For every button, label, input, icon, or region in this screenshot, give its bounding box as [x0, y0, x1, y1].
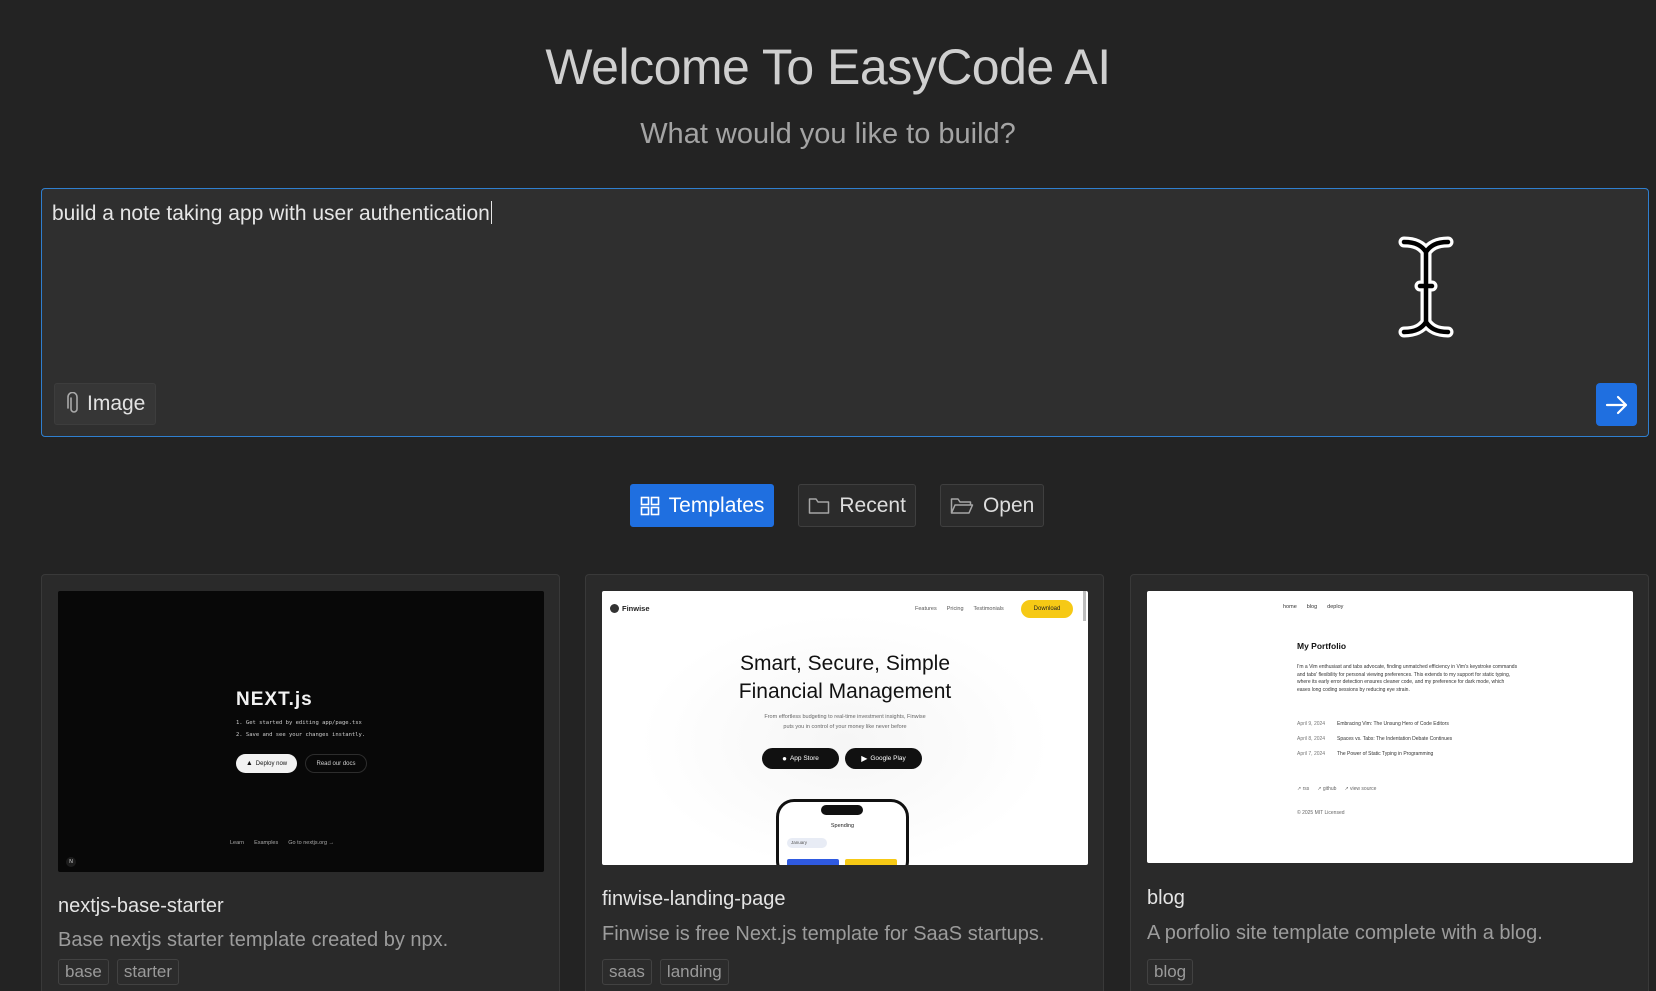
page-subtitle: What would you like to build?: [640, 118, 1016, 150]
tab-open-label: Open: [982, 493, 1035, 517]
blog-post-list: April 9, 2024 Embracing Vim: The Unsung H…: [1297, 721, 1452, 766]
nextjs-badge-icon: N: [66, 857, 76, 867]
template-card-blog[interactable]: home blog deploy My Portfolio I'm a Vim …: [1130, 574, 1649, 991]
finwise-phone-mockup: Spending January: [776, 799, 909, 865]
nextjs-step-1: 1. Get started by editing app/page.tsx: [236, 720, 362, 726]
phone-spending-label: Spending: [830, 823, 855, 829]
template-name: finwise-landing-page: [602, 888, 786, 910]
tab-open[interactable]: Open: [939, 484, 1045, 527]
play-store-icon: ▶: [861, 754, 868, 763]
blog-license: © 2025 MIT Licensed: [1297, 810, 1345, 816]
tab-recent[interactable]: Recent: [798, 484, 916, 527]
prompt-text-value[interactable]: build a note taking app with user authen…: [52, 201, 1552, 226]
folder-open-icon: [950, 497, 974, 514]
nextjs-step-2: 2. Save and see your changes instantly.: [236, 732, 366, 738]
template-preview-nextjs: NEXT.js 1. Get started by editing app/pa…: [58, 591, 544, 872]
template-grid: NEXT.js 1. Get started by editing app/pa…: [41, 574, 1649, 991]
grid-icon: [640, 496, 659, 515]
template-description: Base nextjs starter template created by …: [58, 929, 449, 951]
phone-blue-bar: [787, 859, 839, 865]
tab-templates[interactable]: Templates: [629, 484, 775, 527]
template-description: A porfolio site template complete with a…: [1147, 922, 1543, 944]
phone-month-select: January: [787, 838, 827, 848]
attach-image-label: Image: [87, 392, 146, 415]
blog-links: ↗ rss ↗ github ↗ view source: [1297, 786, 1377, 792]
template-tag: base: [58, 959, 109, 985]
blog-heading: My Portfolio: [1297, 641, 1347, 651]
blog-post-item: April 9, 2024 Embracing Vim: The Unsung H…: [1297, 721, 1449, 727]
template-tags: saas landing: [602, 959, 729, 985]
blog-bio: I'm a Vim enthusiast and tabs advocate, …: [1297, 664, 1518, 693]
template-preview-finwise: Finwise Features Pricing Testimonials Do…: [602, 591, 1088, 865]
folder-icon: [809, 497, 830, 514]
finwise-body-2: puts you in control of your money like n…: [783, 724, 907, 730]
template-tag: starter: [116, 959, 180, 985]
phone-yellow-bar: [845, 859, 897, 865]
paperclip-icon: [67, 392, 78, 413]
finwise-google-play-button: ▶ Google Play: [845, 748, 922, 769]
template-description: Finwise is free Next.js template for Saa…: [602, 923, 1045, 945]
nextjs-docs-button: Read our docs: [305, 754, 367, 773]
vercel-triangle-icon: ▲: [245, 760, 253, 767]
arrow-right-icon: [1605, 395, 1627, 414]
footer-link-nextjs: Go to nextjs.org →: [288, 840, 335, 846]
finwise-app-store-button: ● App Store: [762, 748, 839, 769]
text-cursor-icon: [1398, 236, 1454, 338]
template-preview-blog: home blog deploy My Portfolio I'm a Vim …: [1147, 591, 1633, 863]
finwise-headline-1: Smart, Secure, Simple: [739, 652, 951, 675]
page-title: Welcome To EasyCode AI: [545, 39, 1111, 95]
nextjs-deploy-button: ▲ Deploy now: [236, 754, 297, 773]
phone-notch: [821, 805, 863, 815]
preview-scrollbar: [1083, 591, 1086, 621]
text-caret: [490, 201, 493, 224]
apple-icon: ●: [782, 754, 787, 763]
template-tag: blog: [1147, 959, 1194, 985]
template-tag: landing: [659, 959, 729, 985]
template-card-nextjs-base-starter[interactable]: NEXT.js 1. Get started by editing app/pa…: [41, 574, 560, 991]
blog-post-item: April 7, 2024 The Power of Static Typing …: [1297, 751, 1434, 757]
footer-link-learn: Learn: [230, 840, 245, 846]
blog-post-item: April 8, 2024 Spaces vs. Tabs: The Indent…: [1297, 736, 1453, 742]
finwise-brand: Finwise: [610, 604, 650, 613]
template-tags: base starter: [58, 959, 180, 985]
tab-templates-label: Templates: [668, 493, 765, 517]
footer-link-examples: Examples: [254, 840, 279, 846]
send-button[interactable]: [1596, 383, 1637, 426]
template-tag: saas: [602, 959, 652, 985]
template-name: blog: [1147, 887, 1185, 909]
tab-recent-label: Recent: [839, 493, 906, 517]
view-tabs: Templates Recent Open: [18, 484, 1656, 527]
finwise-logo-icon: [610, 604, 619, 613]
attach-image-button[interactable]: Image: [54, 383, 157, 425]
finwise-nav: Features Pricing Testimonials: [915, 606, 1004, 612]
template-name: nextjs-base-starter: [58, 895, 224, 917]
blog-nav: home blog deploy: [1283, 604, 1344, 610]
finwise-headline-2: Financial Management: [738, 680, 952, 703]
template-tags: blog: [1147, 959, 1194, 985]
finwise-body-1: From effortless budgeting to real-time i…: [764, 714, 926, 720]
nextjs-logo: NEXT.js: [236, 689, 313, 710]
finwise-download-button: Download: [1021, 600, 1073, 618]
nextjs-footer-links: Learn Examples Go to nextjs.org →: [230, 840, 334, 846]
template-card-finwise-landing-page[interactable]: Finwise Features Pricing Testimonials Do…: [585, 574, 1104, 991]
